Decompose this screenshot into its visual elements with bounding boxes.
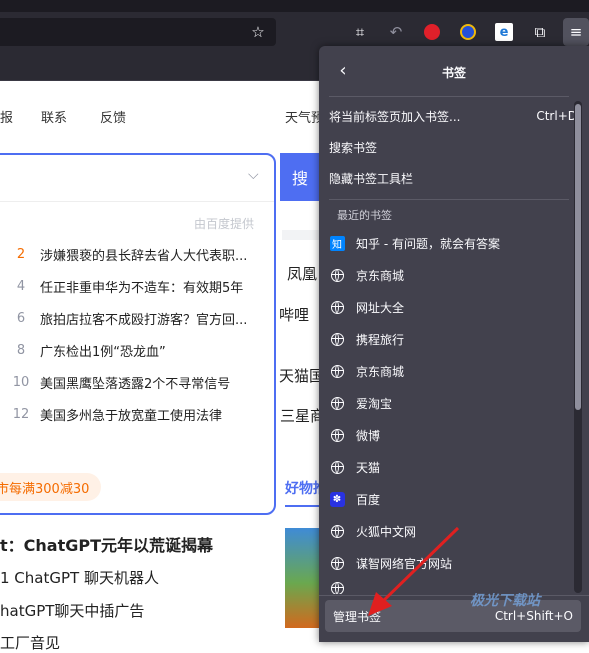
ie-tab-icon[interactable]: e — [492, 20, 516, 44]
window-titlebar — [0, 0, 589, 12]
site-link-bilibili[interactable]: 哔哩 — [279, 304, 309, 325]
bookmark-label: 携程旅行 — [356, 332, 405, 347]
bookmark-item[interactable]: 网址大全 — [329, 292, 577, 322]
hide-bookmarks-toolbar-item[interactable]: 隐藏书签工具栏 — [329, 163, 577, 193]
globe-icon — [329, 267, 345, 283]
star-bookmark-icon[interactable]: ☆ — [246, 20, 270, 44]
hot-rank: 10 — [12, 374, 30, 390]
scrollbar-thumb[interactable] — [575, 104, 581, 410]
nav-link-report[interactable]: 报 — [0, 107, 13, 126]
hot-title: 广东检出1例“恐龙血” — [40, 344, 166, 360]
bookmark-label: 京东商城 — [356, 268, 405, 283]
bookmark-label: 爱淘宝 — [356, 396, 393, 411]
hot-list-item[interactable]: 2 涉嫌猥亵的县长辞去省人大代表职... — [10, 244, 248, 264]
news-item[interactable]: 1 ChatGPT 聊天机器人 — [0, 567, 159, 588]
bookmark-label: 网址大全 — [356, 300, 405, 315]
nav-link-feedback[interactable]: 反馈 — [100, 107, 126, 126]
watermark-text: 极光下载站 — [470, 593, 540, 609]
zhihu-icon: 知 — [329, 235, 345, 251]
bookmark-label: 微博 — [356, 428, 381, 443]
chevron-down-icon[interactable]: ⌵ — [248, 167, 259, 183]
bookmark-item[interactable]: 携程旅行 — [329, 324, 577, 354]
hot-title: 美国多州急于放宽童工使用法律 — [40, 408, 223, 424]
recent-bookmarks-heading: 最近的书签 — [337, 209, 392, 222]
globe-icon — [329, 331, 345, 347]
hot-title: 旅拍店拉客不成殴打游客？官方回... — [40, 312, 248, 328]
bookmark-item-zhihu[interactable]: 知 知乎 - 有问题，就会有答案 — [329, 228, 577, 258]
tab-underline — [285, 505, 319, 507]
provider-note: 由百度提供 — [194, 217, 255, 231]
search-panel: ⌵ 由百度提供 2 涉嫌猥亵的县长辞去省人大代表职... 4 任正非重申华为不造… — [0, 153, 276, 515]
hot-list-item[interactable]: 12 美国多州急于放宽童工使用法律 — [10, 404, 222, 424]
promo-badge[interactable]: 市每满300减30 — [0, 473, 102, 501]
panel-title: 书签 — [441, 66, 466, 80]
hot-rank: 4 — [16, 278, 26, 294]
nav-link-contact[interactable]: 联系 — [41, 107, 67, 126]
hot-rank: 8 — [16, 342, 26, 358]
globe-icon — [329, 523, 345, 539]
bookmark-item[interactable]: 京东商城 — [329, 260, 577, 290]
bookmark-item-baidu[interactable]: ✽ 百度 — [329, 484, 577, 514]
bookmark-item[interactable]: 天猫 — [329, 452, 577, 482]
menu-item-label: 隐藏书签工具栏 — [329, 171, 414, 186]
baidu-paw-icon: ✽ — [329, 491, 345, 507]
hot-rank: 6 — [16, 310, 26, 326]
globe-icon — [329, 555, 345, 571]
red-arrow-annotation — [368, 526, 460, 616]
bookmark-label: 京东商城 — [356, 364, 405, 379]
divider — [329, 96, 569, 97]
undo-icon[interactable]: ↶ — [384, 20, 408, 44]
hot-list-item[interactable]: 6 旅拍店拉客不成殴打游客？官方回... — [10, 308, 248, 328]
bookmark-label: 天猫 — [356, 460, 381, 475]
news-item[interactable]: hatGPT聊天中插广告 — [0, 600, 144, 621]
bookmark-item[interactable]: 爱淘宝 — [329, 388, 577, 418]
hot-title: 美国黑鹰坠落透露2个不寻常信号 — [40, 376, 231, 392]
search-bookmarks-item[interactable]: 搜索书签 — [329, 132, 577, 162]
divider — [282, 230, 322, 240]
add-bookmark-item[interactable]: 将当前标签页加入书签... Ctrl+D — [329, 101, 577, 131]
globe-icon — [329, 427, 345, 443]
news-headline[interactable]: t：ChatGPT元年以荒诞揭幕 — [0, 532, 213, 556]
divider — [329, 199, 569, 200]
bookmark-label: 百度 — [356, 492, 381, 507]
hot-rank: 12 — [12, 406, 30, 422]
menu-hamburger-icon[interactable]: ≡ — [563, 18, 589, 46]
ublock-extension-icon[interactable] — [420, 20, 444, 44]
hot-list-item[interactable]: 10 美国黑鹰坠落透露2个不寻常信号 — [10, 372, 231, 392]
hot-list-item[interactable]: 8 广东检出1例“恐龙血” — [10, 340, 166, 360]
hot-title: 涉嫌猥亵的县长辞去省人大代表职... — [40, 248, 248, 264]
search-input[interactable] — [0, 155, 274, 202]
extension-blue-icon[interactable] — [456, 20, 480, 44]
crop-icon[interactable]: ⌗ — [348, 20, 372, 44]
globe-icon — [329, 459, 345, 475]
shortcut-text: Ctrl+D — [536, 109, 577, 123]
globe-icon — [329, 395, 345, 411]
site-link-tmall[interactable]: 天猫国 — [279, 365, 324, 386]
hot-list-item[interactable]: 4 任正非重申华为不造车：有效期5年 — [10, 276, 243, 296]
shortcut-text: Ctrl+Shift+O — [494, 609, 573, 623]
bookmark-item[interactable]: 微博 — [329, 420, 577, 450]
site-link-ifeng[interactable]: 凤凰 — [287, 263, 317, 284]
menu-item-label: 搜索书签 — [329, 140, 378, 155]
news-item[interactable]: 工厂音见 — [0, 632, 60, 653]
hot-rank: 2 — [16, 246, 26, 262]
menu-item-label: 将当前标签页加入书签... — [329, 109, 461, 124]
hot-title: 任正非重申华为不造车：有效期5年 — [40, 280, 244, 296]
globe-icon — [329, 299, 345, 315]
extensions-puzzle-icon[interactable]: ⧉ — [528, 20, 552, 44]
globe-icon — [329, 363, 345, 379]
bookmark-item[interactable]: 京东商城 — [329, 356, 577, 386]
bookmark-label: 知乎 - 有问题，就会有答案 — [356, 236, 500, 251]
url-bar[interactable] — [0, 18, 276, 46]
search-button[interactable]: 搜 — [280, 153, 320, 201]
globe-icon — [329, 580, 345, 594]
news-thumbnail[interactable] — [285, 528, 321, 628]
